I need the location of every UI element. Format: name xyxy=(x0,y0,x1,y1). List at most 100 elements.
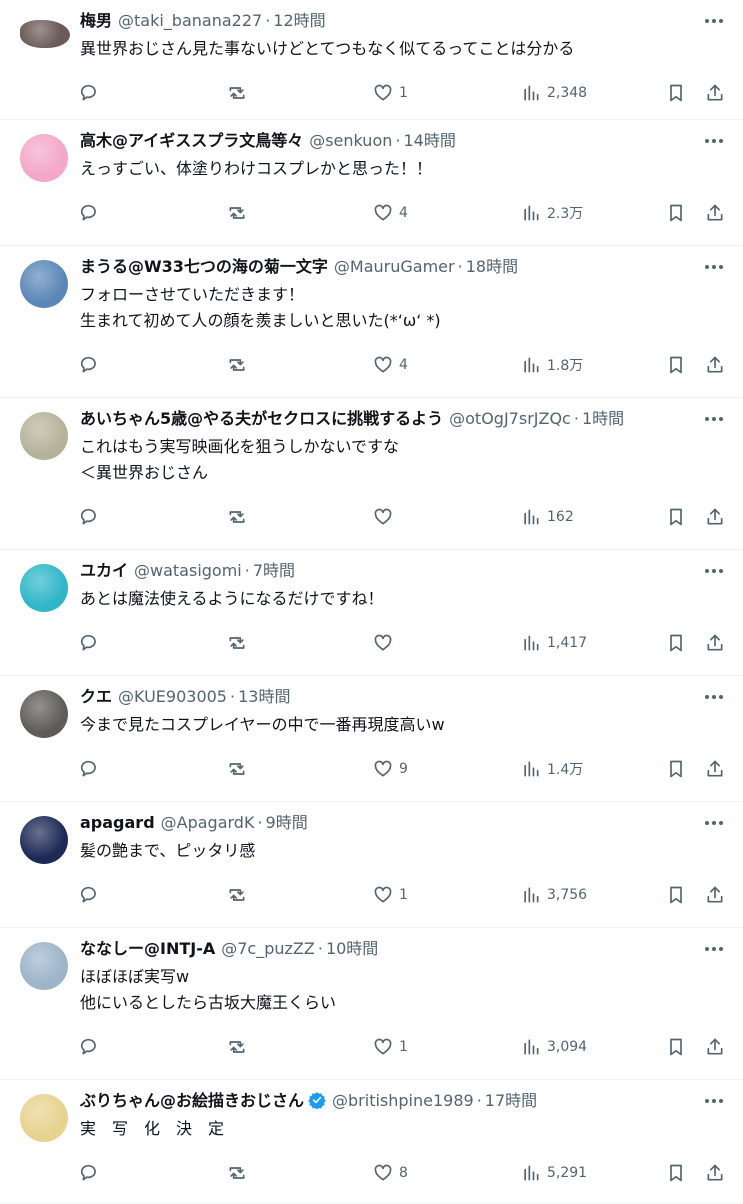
bookmark-button[interactable] xyxy=(666,352,686,378)
user-handle[interactable]: @senkuon xyxy=(309,131,392,150)
user-handle[interactable]: @britishpine1989 xyxy=(332,1091,474,1110)
tweet[interactable]: クエ @KUE903005 · 13時間 今まで見たコスプレイヤーの中で一番再現度高いw… xyxy=(0,676,743,802)
avatar[interactable] xyxy=(20,942,68,990)
share-button[interactable] xyxy=(705,80,725,106)
more-icon[interactable] xyxy=(701,8,727,34)
timestamp[interactable]: 1時間 xyxy=(582,409,624,428)
timestamp[interactable]: 7時間 xyxy=(253,561,295,580)
timestamp[interactable]: 18時間 xyxy=(466,257,518,276)
retweet-button[interactable] xyxy=(227,80,247,106)
reply-button[interactable] xyxy=(80,882,100,908)
avatar[interactable] xyxy=(20,134,68,182)
avatar[interactable] xyxy=(20,260,68,308)
user-handle[interactable]: @MauruGamer xyxy=(334,257,455,276)
retweet-button[interactable] xyxy=(227,1034,247,1060)
user-handle[interactable]: @taki_banana227 xyxy=(118,11,262,30)
display-name[interactable]: ぶりちゃん@お絵描きおじさん xyxy=(80,1091,304,1110)
avatar[interactable] xyxy=(20,20,70,48)
reply-button[interactable] xyxy=(80,504,100,530)
more-icon[interactable] xyxy=(701,406,727,432)
display-name[interactable]: まうる@W33七つの海の菊一文字 xyxy=(80,257,328,276)
timestamp[interactable]: 14時間 xyxy=(403,131,455,150)
retweet-button[interactable] xyxy=(227,200,247,226)
reply-button[interactable] xyxy=(80,756,100,782)
retweet-button[interactable] xyxy=(227,756,247,782)
retweet-button[interactable] xyxy=(227,352,247,378)
share-button[interactable] xyxy=(705,1034,725,1060)
retweet-button[interactable] xyxy=(227,882,247,908)
display-name[interactable]: 梅男 xyxy=(80,11,112,30)
bookmark-button[interactable] xyxy=(666,1160,686,1186)
timestamp[interactable]: 10時間 xyxy=(326,939,378,958)
user-handle[interactable]: @watasigomi xyxy=(134,561,242,580)
display-name[interactable]: クエ xyxy=(80,687,112,706)
tweet[interactable]: まうる@W33七つの海の菊一文字 @MauruGamer · 18時間 フォローさせてい… xyxy=(0,246,743,398)
like-button[interactable]: 8 xyxy=(373,1160,408,1186)
retweet-button[interactable] xyxy=(227,504,247,530)
views-button[interactable]: 1,417 xyxy=(521,630,587,656)
share-button[interactable] xyxy=(705,1160,725,1186)
display-name[interactable]: あいちゃん5歳@やる夫がセクロスに挑戦するよう xyxy=(80,409,443,428)
tweet[interactable]: 高木@アイギススプラ文鳥等々 @senkuon · 14時間 えっすごい、体塗りわけコス… xyxy=(0,120,743,246)
avatar[interactable] xyxy=(20,1094,68,1142)
user-handle[interactable]: @otOgJ7srJZQc xyxy=(449,409,571,428)
user-handle[interactable]: @KUE903005 xyxy=(118,687,227,706)
more-icon[interactable] xyxy=(701,684,727,710)
reply-button[interactable] xyxy=(80,352,100,378)
views-button[interactable]: 162 xyxy=(521,504,574,530)
reply-button[interactable] xyxy=(80,1034,100,1060)
timestamp[interactable]: 13時間 xyxy=(238,687,290,706)
share-button[interactable] xyxy=(705,352,725,378)
views-button[interactable]: 1.4万 xyxy=(521,756,583,782)
more-icon[interactable] xyxy=(701,810,727,836)
avatar[interactable] xyxy=(20,412,68,460)
bookmark-button[interactable] xyxy=(666,1034,686,1060)
views-button[interactable]: 2,348 xyxy=(521,80,587,106)
views-button[interactable]: 5,291 xyxy=(521,1160,587,1186)
tweet[interactable]: ぶりちゃん@お絵描きおじさん @britishpine1989 · 17時間実 写 化… xyxy=(0,1080,743,1204)
bookmark-button[interactable] xyxy=(666,882,686,908)
like-button[interactable] xyxy=(373,630,399,656)
more-icon[interactable] xyxy=(701,128,727,154)
avatar[interactable] xyxy=(20,690,68,738)
reply-button[interactable] xyxy=(80,1160,100,1186)
tweet[interactable]: apagard @ApagardK · 9時間 髪の艶まで、ピッタリ感 1 3,756 xyxy=(0,802,743,928)
display-name[interactable]: apagard xyxy=(80,813,155,832)
more-icon[interactable] xyxy=(701,254,727,280)
more-icon[interactable] xyxy=(701,936,727,962)
user-handle[interactable]: @7c_puzZZ xyxy=(221,939,315,958)
share-button[interactable] xyxy=(705,200,725,226)
views-button[interactable]: 3,756 xyxy=(521,882,587,908)
timestamp[interactable]: 9時間 xyxy=(266,813,308,832)
like-button[interactable]: 4 xyxy=(373,200,408,226)
tweet[interactable]: あいちゃん5歳@やる夫がセクロスに挑戦するよう @otOgJ7srJZQc · 1時間… xyxy=(0,398,743,550)
display-name[interactable]: ユカイ xyxy=(80,561,128,580)
timestamp[interactable]: 12時間 xyxy=(273,11,325,30)
display-name[interactable]: ななしー@INTJ-A xyxy=(80,939,215,958)
reply-button[interactable] xyxy=(80,200,100,226)
retweet-button[interactable] xyxy=(227,630,247,656)
tweet[interactable]: ユカイ @watasigomi · 7時間 あとは魔法使えるようになるだけですね！ 1,4… xyxy=(0,550,743,676)
views-button[interactable]: 3,094 xyxy=(521,1034,587,1060)
views-button[interactable]: 2.3万 xyxy=(521,200,583,226)
share-button[interactable] xyxy=(705,882,725,908)
share-button[interactable] xyxy=(705,630,725,656)
more-icon[interactable] xyxy=(701,1088,727,1114)
timestamp[interactable]: 17時間 xyxy=(485,1091,537,1110)
display-name[interactable]: 高木@アイギススプラ文鳥等々 xyxy=(80,131,303,150)
reply-button[interactable] xyxy=(80,630,100,656)
like-button[interactable]: 4 xyxy=(373,352,408,378)
views-button[interactable]: 1.8万 xyxy=(521,352,583,378)
bookmark-button[interactable] xyxy=(666,504,686,530)
bookmark-button[interactable] xyxy=(666,80,686,106)
more-icon[interactable] xyxy=(701,558,727,584)
like-button[interactable]: 1 xyxy=(373,882,408,908)
bookmark-button[interactable] xyxy=(666,200,686,226)
share-button[interactable] xyxy=(705,504,725,530)
avatar[interactable] xyxy=(20,564,68,612)
like-button[interactable]: 1 xyxy=(373,1034,408,1060)
retweet-button[interactable] xyxy=(227,1160,247,1186)
tweet[interactable]: 梅男 @taki_banana227 · 12時間 異世界おじさん見た事ないけどとてつも… xyxy=(0,0,743,120)
bookmark-button[interactable] xyxy=(666,630,686,656)
like-button[interactable]: 9 xyxy=(373,756,408,782)
